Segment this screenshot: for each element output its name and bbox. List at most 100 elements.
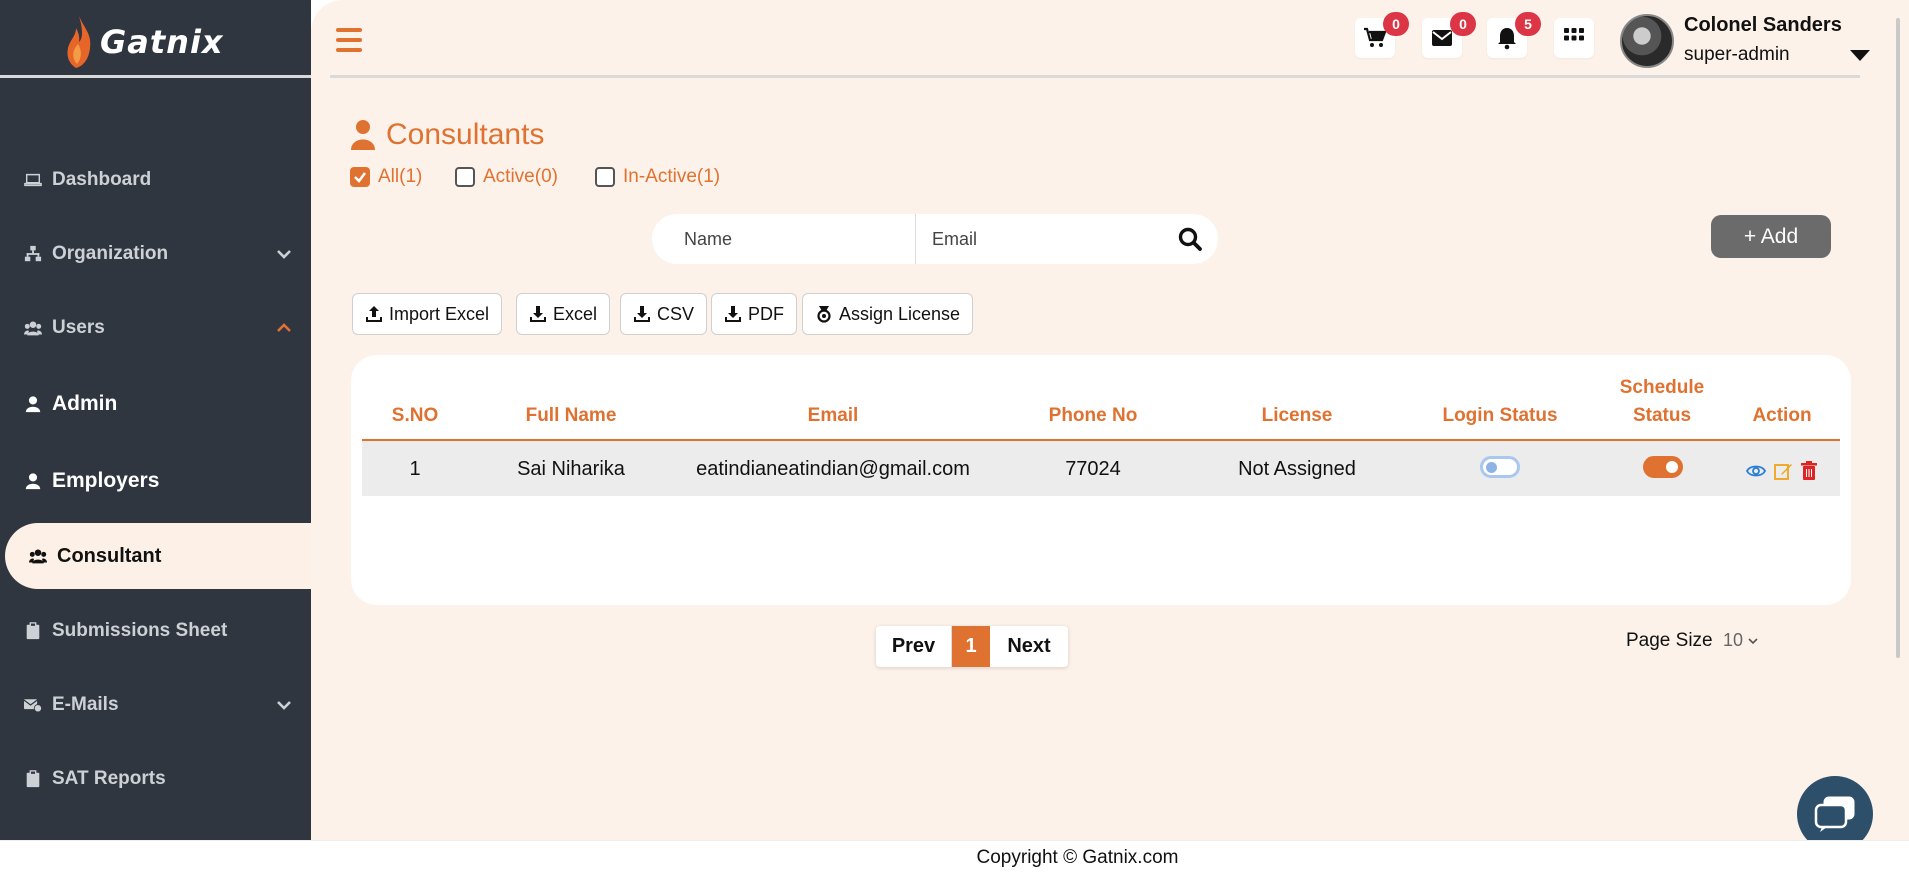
user-icon <box>22 393 44 415</box>
view-eye-icon[interactable] <box>1746 461 1766 481</box>
notifications-button[interactable]: 5 <box>1487 12 1541 58</box>
page-title: Consultants <box>350 118 544 152</box>
scrollbar-thumb[interactable] <box>1896 18 1900 658</box>
users-icon <box>22 317 44 339</box>
column-header-schedule-status-line1[interactable]: Schedule <box>1600 375 1724 401</box>
sidebar-item-dashboard[interactable]: Dashboard <box>0 147 311 213</box>
pdf-export-button[interactable]: PDF <box>711 293 797 335</box>
column-header-email[interactable]: Email <box>773 403 893 429</box>
avatar[interactable] <box>1620 14 1674 68</box>
edit-icon[interactable] <box>1773 461 1793 481</box>
button-label: CSV <box>657 303 695 324</box>
sidebar-item-label: Organization <box>52 243 169 264</box>
mail-button[interactable]: 0 <box>1422 12 1476 58</box>
sidebar-item-label: Submissions Sheet <box>52 620 228 641</box>
cart-button[interactable]: 0 <box>1355 12 1409 58</box>
chevron-down-icon[interactable] <box>275 245 293 263</box>
download-icon <box>530 306 546 322</box>
search-icon <box>1178 227 1202 251</box>
chat-icon <box>1814 796 1855 832</box>
email-search-input[interactable]: Email <box>916 214 1162 264</box>
column-header-sno[interactable]: S.NO <box>385 403 445 429</box>
schedule-status-toggle[interactable] <box>1643 456 1683 478</box>
user-role: super-admin <box>1684 44 1790 65</box>
sidebar-item-label: Consultant <box>57 544 162 567</box>
chevron-up-icon[interactable] <box>275 319 293 337</box>
filter-all[interactable]: All(1) <box>350 166 422 188</box>
user-icon <box>351 120 375 150</box>
flame-icon <box>67 16 91 68</box>
download-icon <box>725 306 741 322</box>
page-number-button[interactable]: 1 <box>952 626 990 667</box>
pagination: Prev 1 Next <box>876 626 1068 667</box>
button-label: Assign License <box>839 303 961 324</box>
assign-license-button[interactable]: Assign License <box>802 293 974 335</box>
filter-label: In-Active(1) <box>623 166 721 187</box>
search-button[interactable] <box>1162 214 1218 264</box>
add-button[interactable]: + Add <box>1711 215 1831 258</box>
import-excel-button[interactable]: Import Excel <box>352 293 503 335</box>
cell-phone: 77024 <box>1065 458 1121 480</box>
apps-button[interactable] <box>1554 18 1594 58</box>
filter-inactive[interactable]: In-Active(1) <box>595 166 720 188</box>
column-header-license[interactable]: License <box>1237 403 1357 429</box>
sidebar-item-label: Employers <box>52 469 160 492</box>
page-size-label: Page Size <box>1626 630 1713 651</box>
award-icon <box>817 306 831 323</box>
sidebar-item-sat-reports[interactable]: SAT Reports <box>0 746 311 812</box>
cell-email: eatindianeatindian@gmail.com <box>696 458 970 480</box>
hamburger-menu-icon[interactable] <box>336 28 362 52</box>
sidebar-item-label: Users <box>52 317 105 338</box>
sidebar-item-label: Dashboard <box>52 169 152 190</box>
sidebar-item-submissions-sheet[interactable]: Submissions Sheet <box>0 598 311 664</box>
sidebar-item-organization[interactable]: Organization <box>0 221 311 287</box>
prev-button[interactable]: Prev <box>876 626 952 667</box>
user-name: Colonel Sanders <box>1684 14 1842 36</box>
upload-icon <box>366 306 382 322</box>
excel-export-button[interactable]: Excel <box>516 293 611 335</box>
filter-label: Active(0) <box>483 166 558 187</box>
sidebar-item-admin[interactable]: Admin <box>0 371 311 437</box>
next-button[interactable]: Next <box>990 626 1068 667</box>
sidebar: Gatnix Dashboard Organization Users Admi… <box>0 0 311 840</box>
name-search-input[interactable]: Name <box>652 214 916 264</box>
cell-full-name: Sai Niharika <box>517 458 625 480</box>
page-size-select[interactable]: 10 <box>1723 630 1759 651</box>
clipboard-icon <box>22 768 44 790</box>
csv-export-button[interactable]: CSV <box>620 293 708 335</box>
chevron-down-icon[interactable] <box>275 696 293 714</box>
download-icon <box>634 306 650 322</box>
checkbox[interactable] <box>455 167 475 187</box>
column-header-phone[interactable]: Phone No <box>1033 403 1153 429</box>
page-title-text: Consultants <box>386 118 545 151</box>
check-icon <box>354 172 366 183</box>
divider <box>0 75 311 78</box>
column-header-login-status[interactable]: Login Status <box>1430 403 1570 429</box>
users-icon <box>27 545 49 567</box>
checkbox[interactable] <box>350 167 370 187</box>
filter-active[interactable]: Active(0) <box>455 166 558 188</box>
caret-down-icon[interactable] <box>1850 50 1870 61</box>
sidebar-item-users[interactable]: Users <box>0 295 311 361</box>
sidebar-item-label: E-Mails <box>52 694 119 715</box>
laptop-icon <box>22 169 44 191</box>
column-header-schedule-status-line2[interactable]: Status <box>1600 403 1724 429</box>
delete-trash-icon[interactable] <box>1799 461 1819 481</box>
gatnix-logo[interactable]: Gatnix <box>64 14 224 70</box>
button-label: Import Excel <box>389 303 490 324</box>
column-header-full-name[interactable]: Full Name <box>506 403 636 429</box>
checkbox[interactable] <box>595 167 615 187</box>
search-box: Name Email <box>652 214 1218 264</box>
notifications-badge: 5 <box>1515 12 1541 36</box>
button-label: Excel <box>553 303 598 324</box>
page-size-value: 10 <box>1723 630 1744 650</box>
sidebar-item-emails[interactable]: E-Mails <box>0 672 311 738</box>
logo-text: Gatnix <box>100 23 224 61</box>
login-status-toggle[interactable] <box>1480 456 1520 478</box>
scrollbar[interactable] <box>1888 0 1909 840</box>
sidebar-item-employers[interactable]: Employers <box>0 448 311 514</box>
cell-sno: 1 <box>409 458 421 480</box>
clipboard-icon <box>22 620 44 642</box>
sidebar-item-consultant[interactable]: Consultant <box>5 523 311 589</box>
sidebar-item-label: SAT Reports <box>52 768 166 789</box>
